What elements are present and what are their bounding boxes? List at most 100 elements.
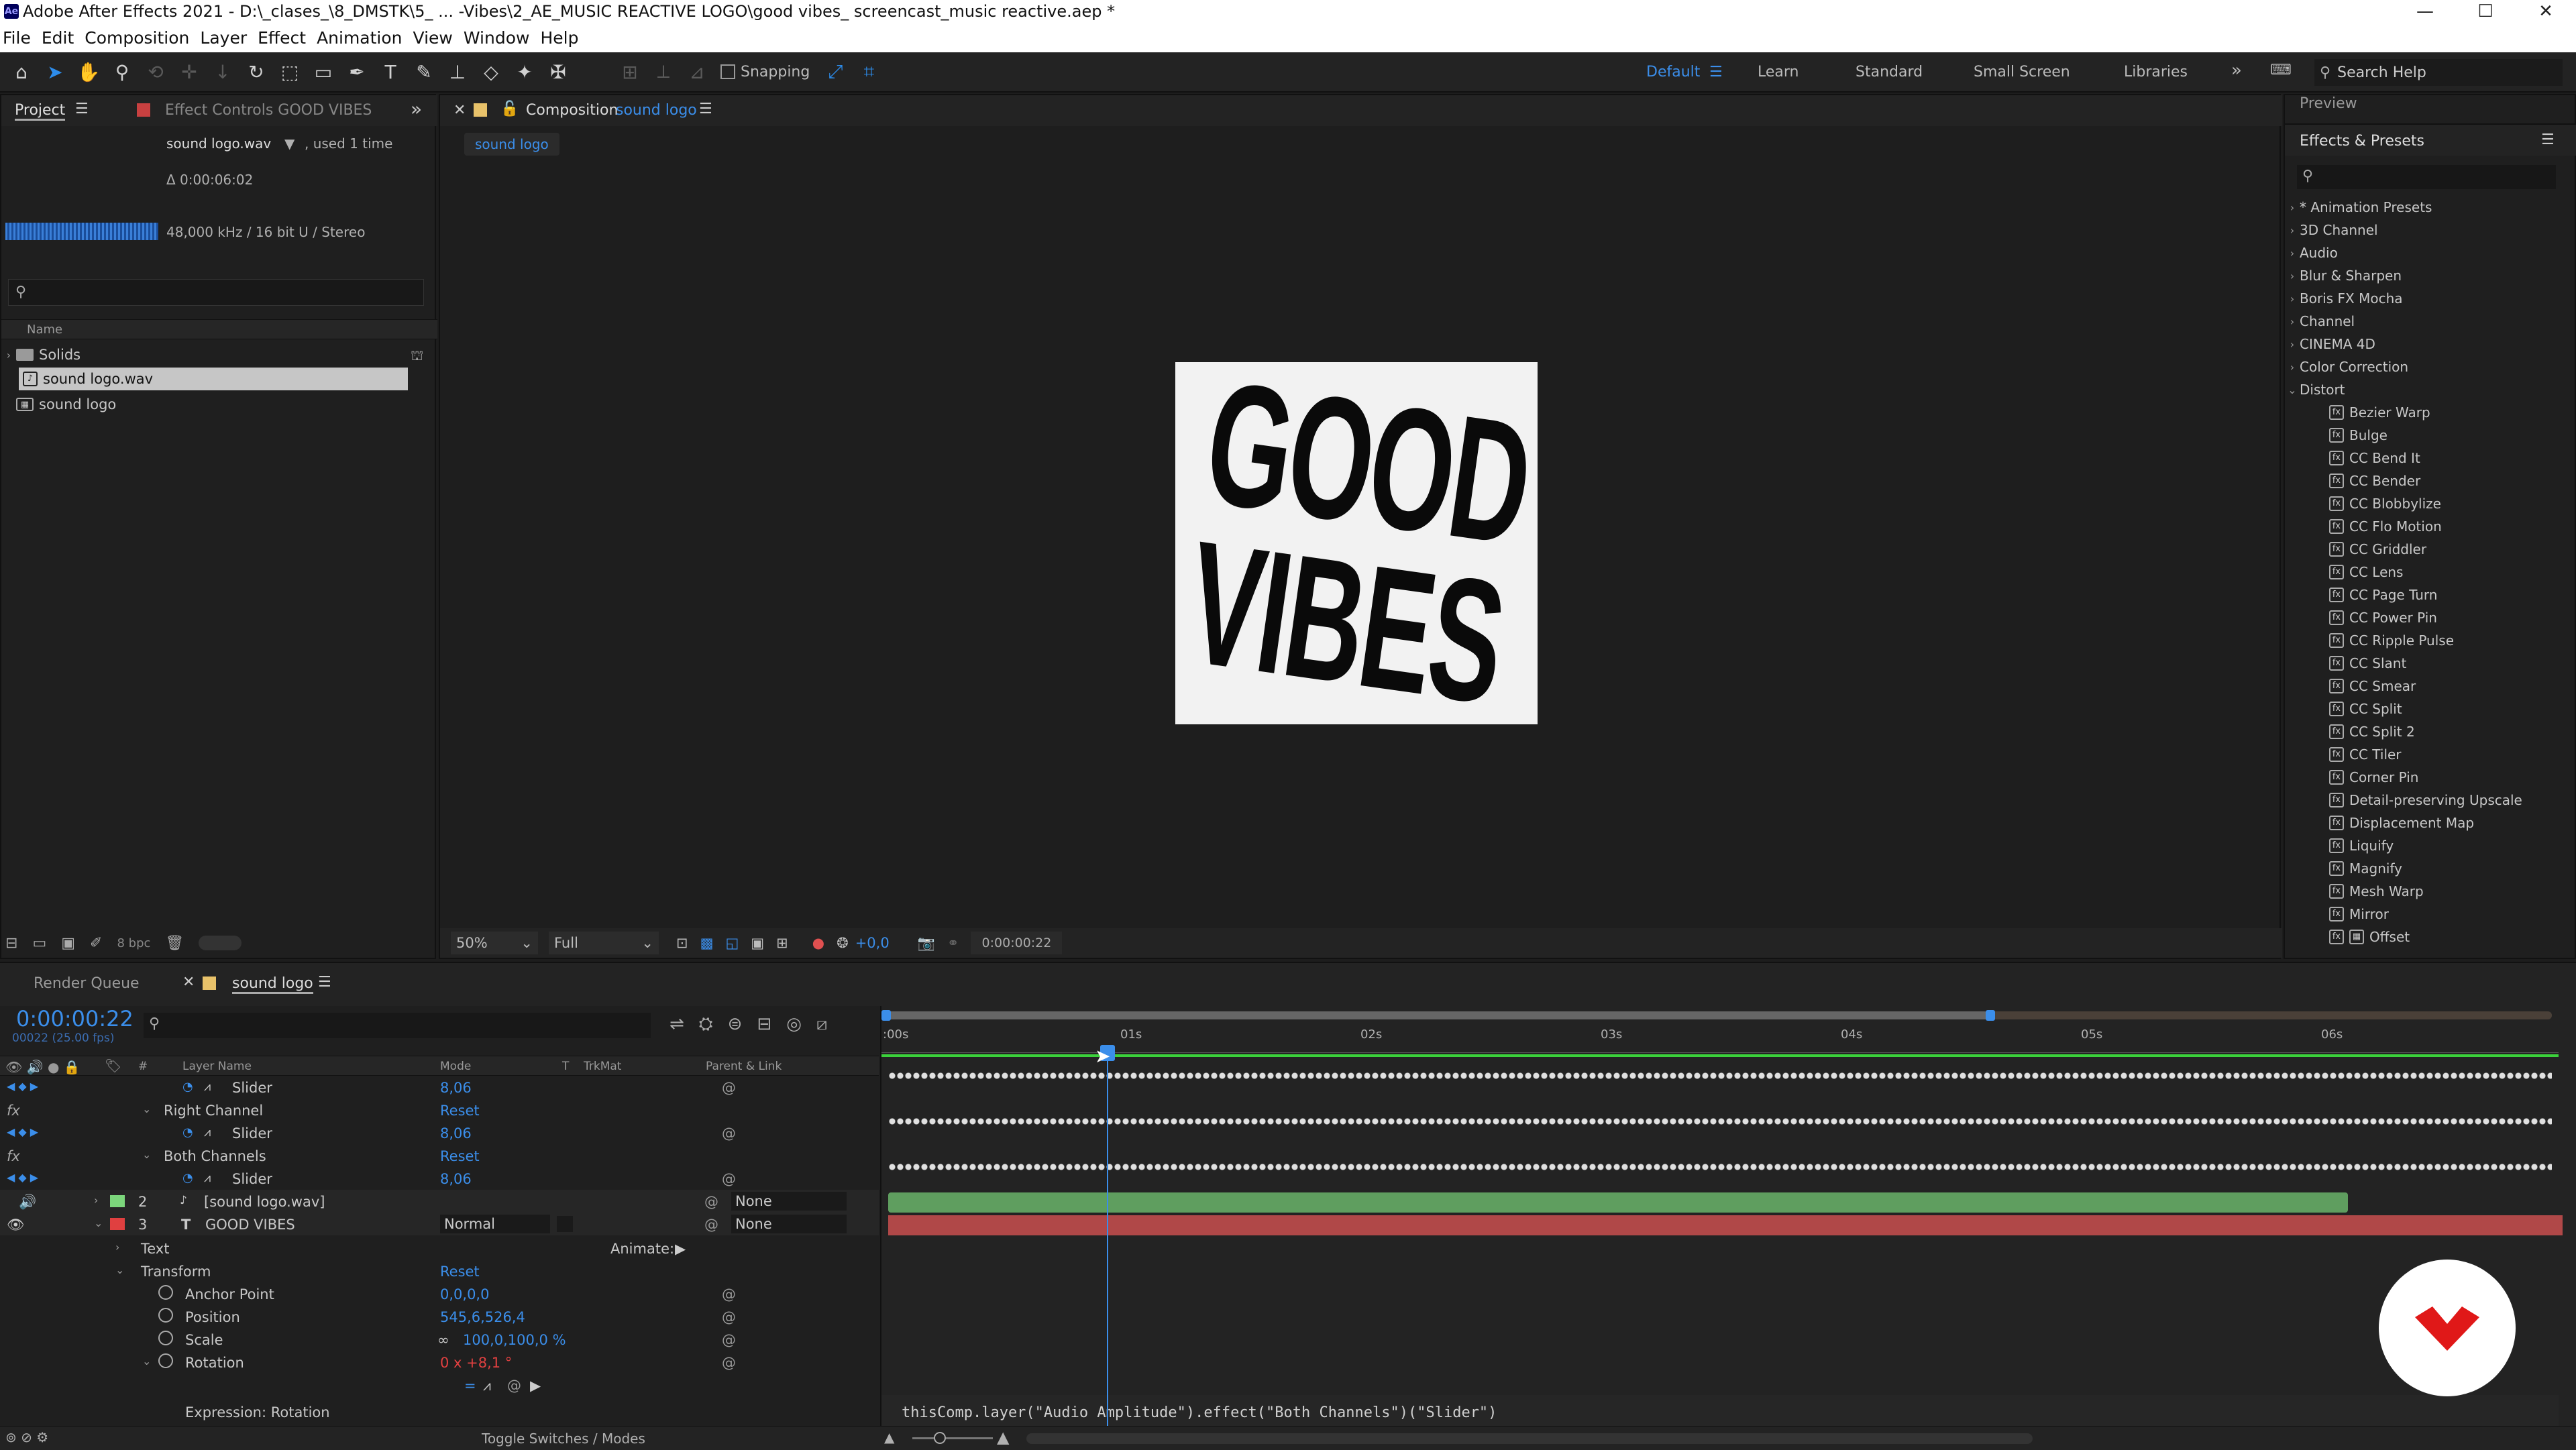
good-vibes-logo[interactable]: GOOD VIBES [1175, 362, 1538, 724]
preserve-transparency-toggle[interactable] [557, 1216, 573, 1232]
new-composition-icon[interactable]: ▣ [61, 935, 75, 952]
eye-visibility-icon[interactable]: 👁 [7, 1217, 25, 1233]
timeline-scrollbar[interactable] [1026, 1433, 2033, 1444]
pen-tool-icon[interactable]: ✒ [342, 57, 372, 87]
workspace-menu-icon[interactable]: ☰ [1709, 64, 1723, 80]
layer-label-color[interactable] [110, 1195, 125, 1207]
constrain-proportions-icon[interactable]: ∞ [437, 1332, 449, 1348]
bpc-label[interactable]: 8 bpc [117, 936, 150, 950]
draft-3d-icon[interactable]: ⛭ [699, 1014, 713, 1035]
menu-view[interactable]: View [413, 28, 453, 48]
menu-animation[interactable]: Animation [317, 28, 402, 48]
effects-search-input[interactable]: ⚲ [2297, 165, 2556, 189]
work-area-bar[interactable] [881, 1011, 1988, 1019]
effect-item[interactable]: fx CC Split [2285, 698, 2576, 720]
mask-visibility-icon[interactable]: ◱ [725, 935, 739, 951]
tab-render-queue[interactable]: Render Queue [34, 975, 140, 992]
reset-link[interactable]: Reset [440, 1148, 480, 1164]
effect-item[interactable]: fx Detail-preserving Upscale [2285, 789, 2576, 812]
expand-arrow-icon[interactable]: › [2285, 201, 2300, 214]
time-ruler[interactable]: :00s 01s 02s 03s 04s 05s 06s [881, 1022, 2559, 1053]
effect-item[interactable]: fx CC Smear [2285, 675, 2576, 698]
slider-value[interactable]: 8,06 [440, 1125, 472, 1141]
expression-enable-icon[interactable]: = [464, 1378, 476, 1394]
effects-category[interactable]: Channel [2300, 313, 2355, 329]
effects-menu-icon[interactable]: ☰ [2541, 131, 2555, 148]
tab-project[interactable]: Project [15, 102, 66, 121]
interpret-footage-icon[interactable]: ⊟ [5, 935, 17, 952]
zoom-in-icon[interactable]: ▲ [997, 1428, 1009, 1447]
close-tab-icon[interactable]: ✕ [182, 974, 195, 991]
effect-item[interactable]: fx Magnify [2285, 857, 2576, 880]
snap-edges-icon[interactable]: ⤢ [820, 57, 850, 87]
effects-category[interactable]: Distort [2300, 382, 2345, 398]
transparency-grid-icon[interactable]: ▩ [700, 935, 714, 951]
layer-name[interactable]: [sound logo.wav] [204, 1194, 325, 1210]
rectangle-tool-icon[interactable]: ▭ [309, 57, 338, 87]
collapse-arrow-icon[interactable]: ⌄ [142, 1103, 151, 1115]
navigator-end-handle[interactable] [1986, 1010, 1995, 1021]
effects-category[interactable]: Audio [2300, 245, 2338, 261]
resolution-dropdown[interactable]: Full ⌄ [549, 932, 659, 954]
pickwhip-icon[interactable]: @ [722, 1309, 736, 1325]
effect-item[interactable]: fx CC Flo Motion [2285, 515, 2576, 538]
collapse-arrow-icon[interactable]: ⌄ [94, 1217, 103, 1229]
zoom-tool-icon[interactable]: ⚲ [107, 57, 137, 87]
shy-layers-icon[interactable]: ⊜ [728, 1014, 743, 1035]
graph-icon[interactable]: ⩘ [204, 1080, 211, 1094]
parent-dropdown[interactable]: None [731, 1192, 847, 1211]
effect-item[interactable]: fx CC Page Turn [2285, 583, 2576, 606]
comp-breadcrumb[interactable]: sound logo [464, 133, 559, 156]
snapshot-camera-icon[interactable]: 📷 [918, 935, 935, 952]
rotation-value[interactable]: 0 x +8,1 ° [440, 1355, 512, 1371]
zoom-slider[interactable] [912, 1437, 993, 1439]
collapse-arrow-icon[interactable]: ⌄ [142, 1148, 151, 1161]
current-time[interactable]: 0:00:00:22 [16, 1006, 133, 1031]
clone-stamp-tool-icon[interactable]: ⊥ [443, 57, 472, 87]
trash-icon[interactable]: 🗑 [165, 935, 184, 952]
audio-speaker-icon[interactable]: 🔊 [19, 1194, 36, 1211]
keyframe-nav-icon[interactable]: ◀ ◆ ▶ [7, 1171, 38, 1184]
pickwhip-icon[interactable]: @ [704, 1194, 718, 1210]
tab-sound-logo[interactable]: sound logo [232, 975, 313, 994]
composition-tab-prefix[interactable]: Composition [526, 102, 618, 119]
anchor-point-value[interactable]: 0,0,0,0 [440, 1286, 489, 1302]
timeline-menu-icon[interactable]: ☰ [318, 974, 331, 991]
expand-arrow-icon[interactable]: › [2285, 361, 2300, 374]
rotate-tool-icon[interactable]: ↻ [241, 57, 271, 87]
project-settings-icon[interactable]: ✐ [90, 935, 102, 952]
exposure-value[interactable]: +0,0 [855, 935, 890, 951]
text-layer-bar[interactable] [888, 1215, 2563, 1235]
menu-edit[interactable]: Edit [42, 28, 74, 48]
collapse-arrow-icon[interactable]: ⌄ [142, 1355, 151, 1368]
project-menu-icon[interactable]: ☰ [75, 101, 89, 117]
expression-pickwhip-icon[interactable]: @ [507, 1378, 521, 1394]
zoom-dropdown[interactable]: 50% ⌄ [451, 932, 538, 954]
close-tab-icon[interactable]: ✕ [453, 102, 466, 119]
workspace-standard[interactable]: Standard [1856, 64, 1923, 80]
menu-window[interactable]: Window [464, 28, 530, 48]
workspace-small-screen[interactable]: Small Screen [1974, 64, 2070, 80]
pickwhip-icon[interactable]: @ [722, 1080, 736, 1096]
workspace-libraries[interactable]: Libraries [2124, 64, 2188, 80]
menu-effect[interactable]: Effect [258, 28, 306, 48]
composition-menu-icon[interactable]: ☰ [699, 101, 712, 117]
reset-exposure-icon[interactable]: ❂ [837, 935, 849, 951]
effect-item[interactable]: fx Bezier Warp [2285, 401, 2576, 424]
mode-dropdown[interactable]: Normal [440, 1215, 550, 1233]
workspace-overflow-icon[interactable]: » [2231, 60, 2242, 80]
panel-overflow-icon[interactable]: » [411, 98, 422, 120]
effect-item[interactable]: fx CC Lens [2285, 561, 2576, 583]
selection-tool-icon[interactable]: ➤ [40, 57, 70, 87]
fx-icon[interactable]: fx [7, 1148, 20, 1164]
graph-icon[interactable]: ⩘ [204, 1125, 211, 1139]
workspace-default[interactable]: Default [1646, 64, 1700, 80]
frame-blending-icon[interactable]: ⊟ [757, 1014, 771, 1035]
effect-item[interactable]: fx Displacement Map [2285, 812, 2576, 834]
composition-tab-name[interactable]: sound logo [616, 102, 697, 119]
composition-canvas[interactable]: GOOD VIBES [1175, 362, 1538, 724]
effect-item[interactable]: fx CC Blobbylize [2285, 492, 2576, 515]
stopwatch-icon[interactable] [158, 1331, 173, 1345]
timeline-graph-area[interactable]: :00s 01s 02s 03s 04s 05s 06s thisComp.la… [880, 1006, 2576, 1435]
expand-arrow-icon[interactable]: › [115, 1241, 119, 1253]
